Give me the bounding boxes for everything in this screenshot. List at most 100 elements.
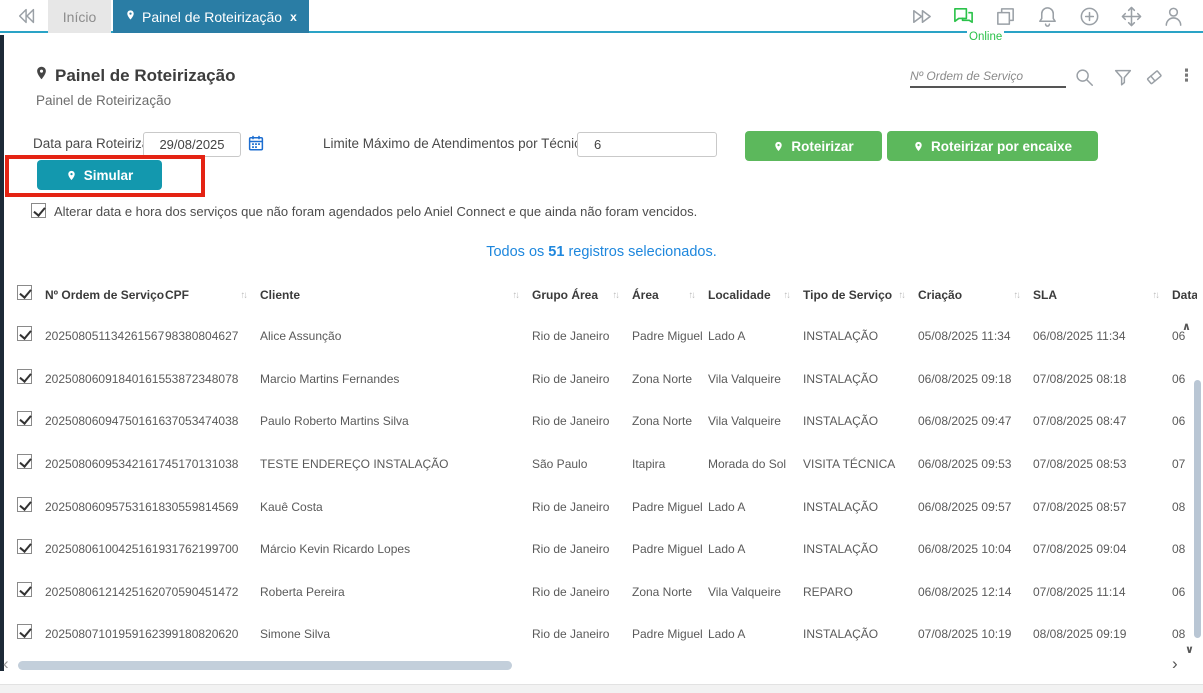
cell-sla: 07/08/2025 08:18 xyxy=(1033,371,1127,386)
vertical-scrollbar-thumb[interactable] xyxy=(1194,380,1201,638)
sort-icon[interactable]: ↑↓ xyxy=(899,290,906,301)
cell-tipo-servico: INSTALAÇÃO xyxy=(803,371,879,386)
sort-icon[interactable]: ↑↓ xyxy=(513,290,520,301)
table-body: 202508051134261567 98380804627 Alice Ass… xyxy=(0,315,1203,656)
cell-area: Padre Miguel xyxy=(632,627,703,642)
row-checkbox[interactable] xyxy=(17,454,32,470)
copy-icon[interactable] xyxy=(994,5,1017,28)
column-header-data[interactable]: Data xyxy=(1172,288,1197,302)
sort-icon[interactable]: ↑↓ xyxy=(784,290,791,301)
table-row[interactable]: 202508060918401615 53872348078 Marcio Ma… xyxy=(0,358,1203,401)
cell-cliente: Alice Assunção xyxy=(260,329,342,344)
table-row[interactable]: 202508060953421617 45170131038 TESTE END… xyxy=(0,443,1203,486)
scroll-left-icon[interactable]: ‹ xyxy=(3,654,9,674)
cell-localidade: Vila Valqueire xyxy=(708,371,781,386)
search-icon[interactable] xyxy=(1073,66,1095,88)
table-row[interactable]: 202508060947501616 37053474038 Paulo Rob… xyxy=(0,400,1203,443)
cell-localidade: Vila Valqueire xyxy=(708,584,781,599)
cell-cpf: 45170131038 xyxy=(165,457,239,472)
row-checkbox[interactable] xyxy=(17,411,32,427)
chat-icon[interactable] xyxy=(952,5,975,28)
simular-label: Simular xyxy=(83,167,134,183)
select-all-checkbox[interactable] xyxy=(17,285,32,300)
row-checkbox[interactable] xyxy=(17,581,32,597)
table-row[interactable]: 202508061214251620 70590451472 Roberta P… xyxy=(0,571,1203,614)
cell-criacao: 06/08/2025 09:47 xyxy=(918,414,1012,429)
cell-cliente: Márcio Kevin Ricardo Lopes xyxy=(260,542,411,557)
plus-circle-icon[interactable] xyxy=(1078,5,1101,28)
table-row[interactable]: 202508051134261567 98380804627 Alice Ass… xyxy=(0,315,1203,358)
cell-ordem-servico: 202508051134261567 xyxy=(45,329,165,344)
cell-cpf: 70590451472 xyxy=(165,584,239,599)
row-checkbox[interactable] xyxy=(17,624,32,640)
sort-icon[interactable]: ↑↓ xyxy=(689,290,696,301)
column-header-ordem-servico[interactable]: Nº Ordem de Serviço↑↓ xyxy=(45,288,165,302)
column-header-tipo-servico[interactable]: Tipo de Serviço ↑↓ xyxy=(803,288,918,302)
fast-forward-icon[interactable] xyxy=(910,5,933,28)
column-header-cliente[interactable]: Cliente ↑↓ xyxy=(260,288,532,302)
column-header-criacao[interactable]: Criação ↑↓ xyxy=(918,288,1033,302)
cell-cpf: 30559814569 xyxy=(165,499,239,514)
row-checkbox[interactable] xyxy=(17,496,32,512)
table-row[interactable]: 202508060957531618 30559814569 Kauê Cost… xyxy=(0,485,1203,528)
roteirizar-label: Roteirizar xyxy=(791,138,854,154)
roteirizar-encaixe-label: Roteirizar por encaixe xyxy=(930,138,1073,154)
search-input[interactable] xyxy=(910,66,1066,88)
cell-area: Zona Norte xyxy=(632,414,693,429)
tab-inicio[interactable]: Início xyxy=(48,0,111,33)
row-checkbox[interactable] xyxy=(17,368,32,384)
cell-tipo-servico: INSTALAÇÃO xyxy=(803,627,879,642)
cell-area: Padre Miguel xyxy=(632,329,703,344)
location-pin-icon xyxy=(34,64,49,87)
sort-icon[interactable]: ↑↓ xyxy=(241,290,248,301)
app-window: Início Painel de Roteirização x Online P… xyxy=(0,0,1203,693)
simular-button[interactable]: Simular xyxy=(37,160,162,190)
horizontal-scrollbar-thumb[interactable] xyxy=(18,661,512,670)
table-row[interactable]: 202508071019591623 99180820620 Simone Si… xyxy=(0,613,1203,656)
cell-tipo-servico: INSTALAÇÃO xyxy=(803,542,879,557)
sort-icon[interactable]: ↑↓ xyxy=(1153,290,1160,301)
kebab-menu-icon[interactable]: ⋮ xyxy=(1178,66,1200,88)
tab-painel-roteirizacao[interactable]: Painel de Roteirização x xyxy=(113,0,309,33)
cell-cliente: Paulo Roberto Martins Silva xyxy=(260,414,409,429)
row-checkbox[interactable] xyxy=(17,326,32,342)
roteirizar-encaixe-button[interactable]: Roteirizar por encaixe xyxy=(887,131,1098,161)
cell-criacao: 06/08/2025 10:04 xyxy=(918,542,1012,557)
cell-sla: 06/08/2025 11:34 xyxy=(1033,329,1126,344)
scroll-right-icon[interactable]: › xyxy=(1172,654,1178,674)
alter-date-label: Alterar data e hora dos serviços que não… xyxy=(54,204,698,219)
scroll-up-icon[interactable]: ∧ xyxy=(1182,320,1191,333)
selection-prefix: Todos os xyxy=(486,244,545,260)
cell-criacao: 06/08/2025 09:18 xyxy=(918,371,1012,386)
close-tab-icon[interactable]: x xyxy=(290,10,297,24)
date-input[interactable] xyxy=(143,132,241,157)
alter-date-checkbox[interactable] xyxy=(31,203,46,218)
eraser-icon[interactable] xyxy=(1143,66,1165,88)
calendar-icon[interactable] xyxy=(247,134,265,157)
column-header-grupo-area[interactable]: Grupo Área ↑↓ xyxy=(532,288,632,302)
roteirizar-button[interactable]: Roteirizar xyxy=(745,131,882,161)
cell-grupo-area: Rio de Janeiro xyxy=(532,414,610,429)
page-subtitle: Painel de Roteirização xyxy=(36,93,172,108)
column-header-cpf[interactable]: CPF ↑↓ xyxy=(165,288,260,302)
row-checkbox[interactable] xyxy=(17,539,32,555)
limit-input[interactable] xyxy=(577,132,717,157)
cell-cpf: 53872348078 xyxy=(165,371,239,386)
user-icon[interactable] xyxy=(1162,5,1185,28)
cell-localidade: Lado A xyxy=(708,627,746,642)
column-header-localidade[interactable]: Localidade ↑↓ xyxy=(708,288,803,302)
scroll-down-icon[interactable]: ∨ xyxy=(1185,643,1194,656)
bell-icon[interactable] xyxy=(1036,5,1059,28)
filter-funnel-icon[interactable] xyxy=(1112,66,1134,88)
column-header-area[interactable]: Área ↑↓ xyxy=(632,288,708,302)
cell-grupo-area: Rio de Janeiro xyxy=(532,542,610,557)
date-label: Data para Roteirizar: xyxy=(33,136,158,151)
selection-banner: Todos os 51 registros selecionados. xyxy=(0,244,1203,260)
cell-grupo-area: São Paulo xyxy=(532,457,588,472)
sort-icon[interactable]: ↑↓ xyxy=(613,290,620,301)
column-header-sla[interactable]: SLA ↑↓ xyxy=(1033,288,1172,302)
table-row[interactable]: 202508061004251619 31762199700 Márcio Ke… xyxy=(0,528,1203,571)
sort-icon[interactable]: ↑↓ xyxy=(1014,290,1021,301)
collapse-tabs-icon[interactable] xyxy=(16,5,38,32)
move-icon[interactable] xyxy=(1120,5,1143,28)
